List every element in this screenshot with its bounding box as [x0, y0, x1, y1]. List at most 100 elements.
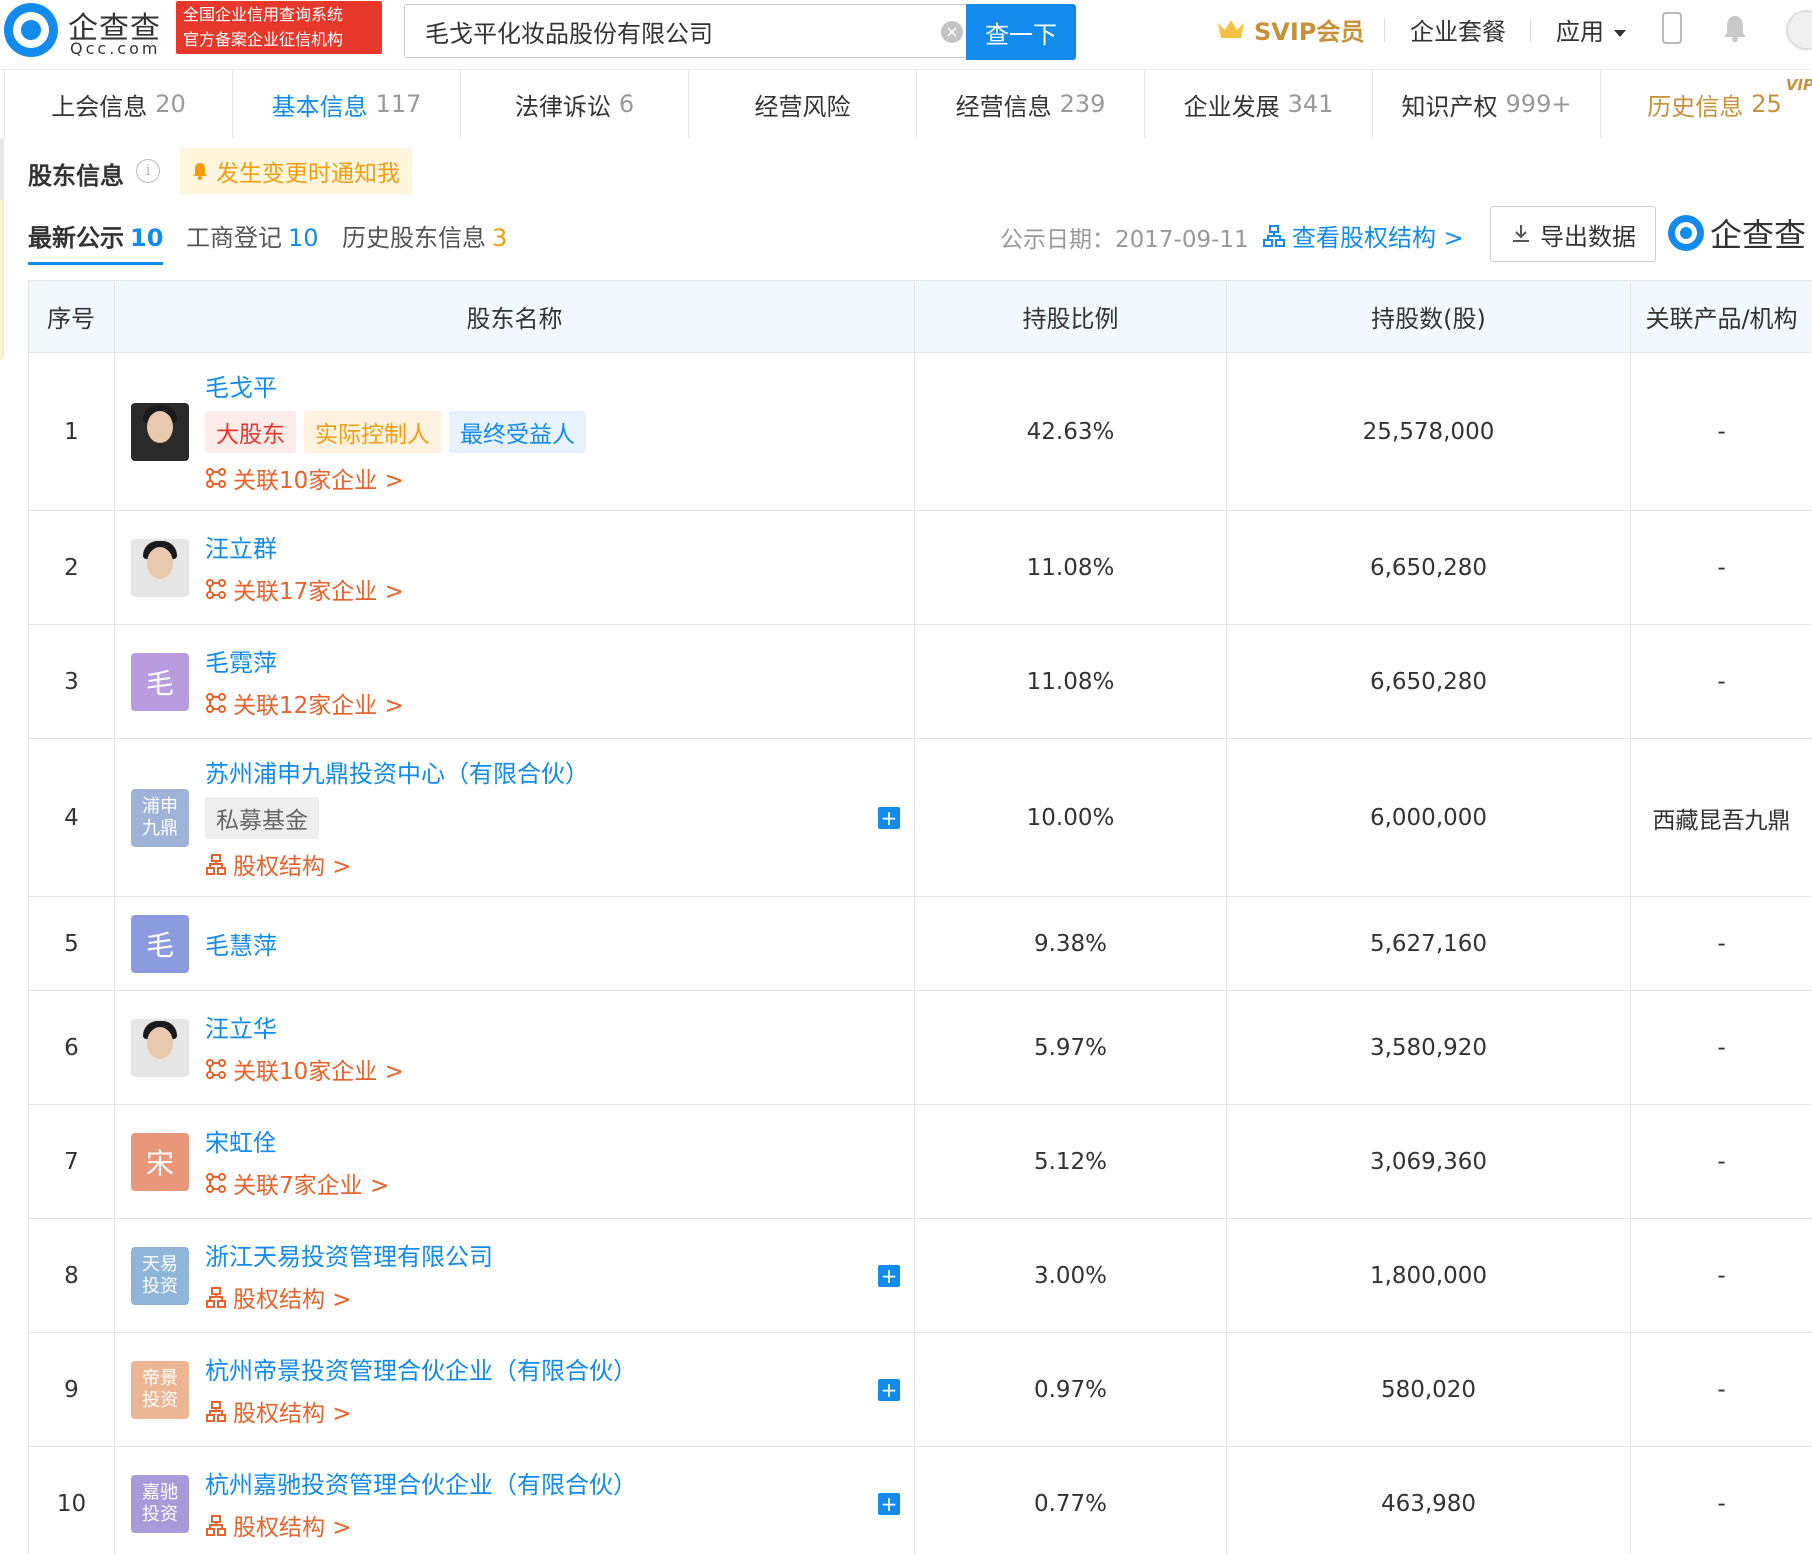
link-label: 关联10家企业 >	[233, 1059, 404, 1085]
shareholder-avatar[interactable]: 宋	[131, 1132, 189, 1191]
related-product[interactable]: 西藏昆吾九鼎	[1630, 738, 1812, 897]
table-row: 2 汪立群 关联17家企业 > 11.08% 6,650,280-	[28, 510, 1812, 625]
link-label: 股权结构 >	[233, 854, 352, 880]
header-ratio[interactable]: 持股比例	[914, 280, 1227, 353]
shareholder-name[interactable]: 宋虹佺	[205, 1123, 389, 1158]
shareholder-name[interactable]: 汪立华	[205, 1009, 404, 1044]
shareholder-cell: 浦申 九鼎 苏州浦申九鼎投资中心（有限合伙） 私募基金股权结构 > +	[114, 738, 915, 897]
equity-structure-link[interactable]: 股权结构 >	[205, 1508, 637, 1542]
shareholder-tag[interactable]: 私募基金	[205, 797, 319, 839]
shareholder-photo[interactable]	[131, 538, 189, 597]
shareholder-avatar[interactable]: 毛	[131, 652, 189, 711]
avatar-face	[147, 1026, 173, 1059]
related-companies-link[interactable]: 关联10家企业 >	[205, 1052, 404, 1086]
share-count: 463,980	[1226, 1446, 1631, 1554]
shareholder-name[interactable]: 毛慧萍	[205, 926, 277, 961]
company-avatar[interactable]: 帝景 投资	[131, 1360, 189, 1419]
subtab-registry[interactable]: 工商登记 10	[186, 218, 319, 253]
expand-plus-icon[interactable]: +	[878, 1378, 900, 1401]
equity-link-label: 查看股权结构 >	[1292, 224, 1464, 252]
related-product: -	[1630, 510, 1812, 625]
tab-history[interactable]: 历史信息 25 VIP	[1601, 70, 1812, 138]
apps-menu[interactable]: 应用	[1556, 12, 1626, 47]
avatar-line: 投资	[142, 1275, 178, 1297]
shareholder-avatar[interactable]: 毛	[131, 914, 189, 973]
header-shares[interactable]: 持股数(股)	[1226, 280, 1631, 353]
tab-legal[interactable]: 法律诉讼 6	[461, 70, 689, 138]
shareholder-name[interactable]: 汪立群	[205, 529, 404, 564]
shareholder-tag[interactable]: 实际控制人	[304, 411, 441, 453]
tab-risk[interactable]: 经营风险	[689, 70, 917, 138]
svip-label: SVIP会员	[1254, 17, 1365, 46]
export-label: 导出数据	[1540, 222, 1636, 251]
shareholder-body: 苏州浦申九鼎投资中心（有限合伙） 私募基金股权结构 >	[205, 744, 589, 891]
official-badge: 全国企业信用查询系统 官方备案企业征信机构	[176, 1, 382, 54]
shareholder-tag[interactable]: 大股东	[205, 411, 296, 453]
svip-link[interactable]: SVIP会员	[1216, 12, 1364, 46]
info-icon[interactable]: i	[136, 159, 160, 183]
user-avatar[interactable]	[1786, 10, 1812, 50]
search-button[interactable]: 查一下	[966, 4, 1076, 60]
company-avatar[interactable]: 嘉驰 投资	[131, 1474, 189, 1533]
expand-plus-icon[interactable]: +	[878, 806, 900, 829]
tab-ip[interactable]: 知识产权 999+	[1373, 70, 1601, 138]
equity-structure-link[interactable]: 股权结构 >	[205, 1394, 637, 1428]
company-avatar[interactable]: 浦申 九鼎	[131, 788, 189, 847]
related-companies-link[interactable]: 关联7家企业 >	[205, 1166, 389, 1200]
shareholder-photo[interactable]	[131, 402, 189, 461]
tab-development[interactable]: 企业发展 341	[1145, 70, 1373, 138]
avatar-face	[147, 546, 173, 579]
org-chart-icon	[206, 854, 226, 875]
equity-structure-link[interactable]: 股权结构 >	[205, 1280, 493, 1314]
shareholder-cell: 汪立群关联17家企业 >	[114, 510, 915, 625]
clear-search-icon[interactable]: ×	[941, 21, 963, 43]
shareholder-name[interactable]: 毛霓萍	[205, 643, 404, 678]
shareholder-name[interactable]: 杭州嘉驰投资管理合伙企业（有限合伙）	[205, 1465, 637, 1500]
shareholder-name[interactable]: 杭州帝景投资管理合伙企业（有限合伙）	[205, 1351, 637, 1386]
header-related: 关联产品/机构	[1630, 280, 1812, 353]
shareholder-tag[interactable]: 最终受益人	[449, 411, 586, 453]
related-companies-link[interactable]: 关联10家企业 >	[205, 461, 586, 495]
shareholder-cell: 汪立华关联10家企业 >	[114, 990, 915, 1105]
tab-label: 基本信息	[271, 92, 368, 121]
shareholder-name[interactable]: 浙江天易投资管理有限公司	[205, 1237, 493, 1272]
shareholder-name[interactable]: 苏州浦申九鼎投资中心（有限合伙）	[205, 754, 589, 789]
avatar-line: 天易	[142, 1253, 178, 1275]
tab-basic-info[interactable]: 基本信息 117	[233, 70, 461, 138]
equity-structure-link[interactable]: 股权结构 >	[205, 847, 589, 881]
link-label: 股权结构 >	[233, 1287, 352, 1313]
subtab-history[interactable]: 历史股东信息 3	[342, 218, 507, 253]
share-count: 1,800,000	[1226, 1218, 1631, 1333]
view-equity-structure-link[interactable]: 查看股权结构 >	[1262, 218, 1464, 253]
bell-icon[interactable]	[1722, 14, 1748, 42]
related-companies-link[interactable]: 关联17家企业 >	[205, 572, 404, 606]
export-data-button[interactable]: 导出数据	[1490, 206, 1656, 262]
search-input[interactable]	[405, 5, 915, 57]
related-product: -	[1630, 1104, 1812, 1219]
table-row: 3 毛毛霓萍 关联12家企业 >11.08% 6,650,280-	[28, 624, 1812, 739]
row-index: 1	[28, 352, 115, 511]
shareholder-inner: 宋宋虹佺关联7家企业 >	[115, 1113, 914, 1210]
shareholder-cell: 宋宋虹佺关联7家企业 >	[114, 1104, 915, 1219]
notify-change-button[interactable]: 发生变更时通知我	[180, 148, 412, 194]
mobile-icon[interactable]	[1662, 12, 1682, 44]
company-avatar[interactable]: 天易 投资	[131, 1246, 189, 1305]
related-companies-link[interactable]: 关联12家企业 >	[205, 686, 404, 720]
shareholder-table: 序号 股东名称 持股比例 持股数(股) 关联产品/机构 1 毛戈平 大股东 实际控制人…	[28, 280, 1812, 1554]
shareholder-inner: 汪立群关联17家企业 >	[115, 519, 914, 616]
expand-plus-icon[interactable]: +	[878, 1492, 900, 1515]
tab-label: 历史信息	[1647, 92, 1744, 121]
row-index: 5	[28, 896, 115, 991]
tab-count: 6	[618, 90, 635, 118]
share-ratio: 3.00%	[914, 1218, 1227, 1333]
expand-plus-icon[interactable]: +	[878, 1264, 900, 1287]
tab-listing-info[interactable]: 上会信息 20	[5, 70, 233, 138]
shareholder-photo[interactable]	[131, 1018, 189, 1077]
tab-operation[interactable]: 经营信息 239	[917, 70, 1145, 138]
subtab-latest[interactable]: 最新公示 10	[28, 218, 164, 265]
enterprise-package-link[interactable]: 企业套餐	[1410, 12, 1506, 47]
link-label: 关联17家企业 >	[233, 579, 404, 605]
qcc-logo[interactable]: 企查查 Qcc.com	[4, 3, 172, 59]
share-count: 580,020	[1226, 1332, 1631, 1447]
shareholder-name[interactable]: 毛戈平	[205, 368, 586, 403]
